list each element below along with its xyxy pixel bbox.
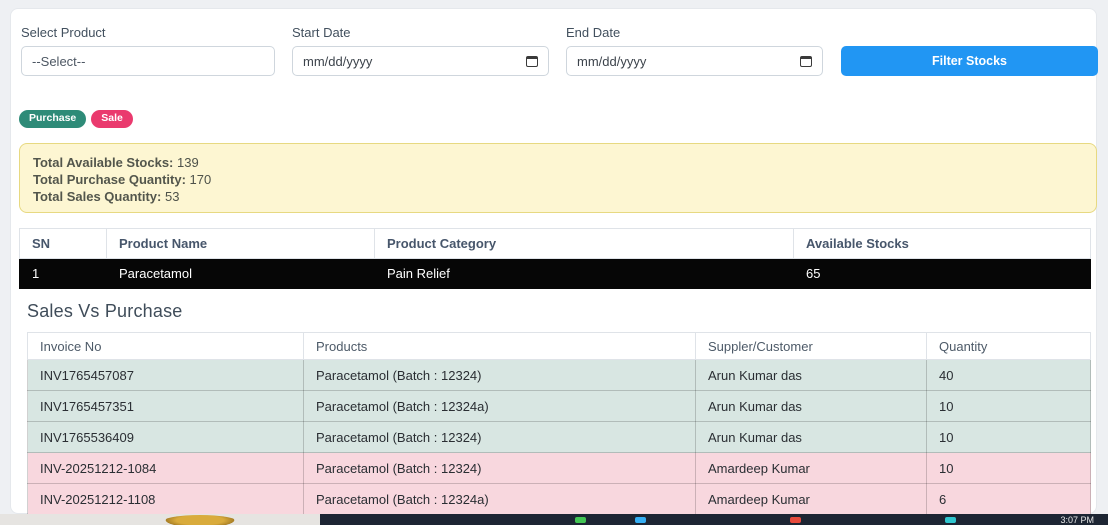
table-cell: 10 xyxy=(927,453,1091,484)
column-header-quantity: Quantity xyxy=(927,333,1091,360)
column-header-product-name: Product Name xyxy=(107,229,375,259)
table-row: INV1765457351Paracetamol (Batch : 12324a… xyxy=(28,391,1091,422)
table-cell: 1 xyxy=(20,259,107,289)
table-row: 1ParacetamolPain Relief65 xyxy=(20,259,1091,289)
table-cell: Paracetamol xyxy=(107,259,375,289)
taskbar-blue-app-icon[interactable] xyxy=(635,517,646,523)
table-cell: Arun Kumar das xyxy=(696,391,927,422)
calendar-icon[interactable] xyxy=(800,56,812,67)
total-available-stocks: Total Available Stocks: 139 xyxy=(33,154,1083,171)
table-cell: INV-20251212-1108 xyxy=(28,484,304,515)
table-cell: Amardeep Kumar xyxy=(696,453,927,484)
transactions-header-row: Invoice No Products Suppler/Customer Qua… xyxy=(28,333,1091,360)
table-cell: Arun Kumar das xyxy=(696,360,927,391)
table-cell: 6 xyxy=(927,484,1091,515)
calendar-icon[interactable] xyxy=(526,56,538,67)
start-date-placeholder: mm/dd/yyyy xyxy=(303,54,372,69)
column-header-product-category: Product Category xyxy=(375,229,794,259)
taskbar-green-app-icon[interactable] xyxy=(575,517,586,523)
table-cell: Paracetamol (Batch : 12324a) xyxy=(304,484,696,515)
product-select-value: --Select-- xyxy=(32,54,85,69)
table-row: INV-20251212-1084Paracetamol (Batch : 12… xyxy=(28,453,1091,484)
taskbar: 3:07 PM xyxy=(0,514,1108,525)
column-header-supplier-customer: Suppler/Customer xyxy=(696,333,927,360)
table-cell: INV1765457351 xyxy=(28,391,304,422)
stock-table-header-row: SN Product Name Product Category Availab… xyxy=(20,229,1091,259)
table-cell: 65 xyxy=(794,259,1091,289)
table-cell: INV-20251212-1084 xyxy=(28,453,304,484)
table-cell: Arun Kumar das xyxy=(696,422,927,453)
taskbar-light-segment xyxy=(0,514,320,525)
table-cell: Paracetamol (Batch : 12324) xyxy=(304,453,696,484)
table-row: INV1765536409Paracetamol (Batch : 12324)… xyxy=(28,422,1091,453)
summary-label: Total Sales Quantity: xyxy=(33,189,161,204)
table-cell: 10 xyxy=(927,391,1091,422)
start-date-label: Start Date xyxy=(292,25,351,40)
sales-vs-purchase-table: Invoice No Products Suppler/Customer Qua… xyxy=(27,332,1091,515)
table-cell: Amardeep Kumar xyxy=(696,484,927,515)
table-cell: 40 xyxy=(927,360,1091,391)
start-date-input[interactable]: mm/dd/yyyy xyxy=(292,46,549,76)
sale-badge: Sale xyxy=(91,110,133,128)
table-cell: INV1765457087 xyxy=(28,360,304,391)
taskbar-red-app-icon[interactable] xyxy=(790,517,801,523)
product-select[interactable]: --Select-- xyxy=(21,46,275,76)
table-cell: Paracetamol (Batch : 12324) xyxy=(304,422,696,453)
table-row: INV1765457087Paracetamol (Batch : 12324)… xyxy=(28,360,1091,391)
taskbar-clock[interactable]: 3:07 PM xyxy=(1060,515,1094,525)
end-date-input[interactable]: mm/dd/yyyy xyxy=(566,46,823,76)
stock-table: SN Product Name Product Category Availab… xyxy=(19,228,1091,289)
select-product-label: Select Product xyxy=(21,25,106,40)
table-cell: Pain Relief xyxy=(375,259,794,289)
taskbar-teal-app-icon[interactable] xyxy=(945,517,956,523)
summary-value: 139 xyxy=(177,155,199,170)
end-date-label: End Date xyxy=(566,25,620,40)
summary-value: 170 xyxy=(190,172,212,187)
legend: Purchase Sale xyxy=(19,110,133,128)
end-date-placeholder: mm/dd/yyyy xyxy=(577,54,646,69)
purchase-badge: Purchase xyxy=(19,110,86,128)
column-header-available-stocks: Available Stocks xyxy=(794,229,1091,259)
table-cell: INV1765536409 xyxy=(28,422,304,453)
summary-label: Total Purchase Quantity: xyxy=(33,172,186,187)
table-row: INV-20251212-1108Paracetamol (Batch : 12… xyxy=(28,484,1091,515)
total-purchase-quantity: Total Purchase Quantity: 170 xyxy=(33,171,1083,188)
column-header-sn: SN xyxy=(20,229,107,259)
column-header-invoice-no: Invoice No xyxy=(28,333,304,360)
summary-label: Total Available Stocks: xyxy=(33,155,173,170)
gold-app-icon[interactable] xyxy=(163,515,237,525)
totals-summary-box: Total Available Stocks: 139 Total Purcha… xyxy=(19,143,1097,213)
section-title: Sales Vs Purchase xyxy=(27,301,182,322)
table-cell: Paracetamol (Batch : 12324a) xyxy=(304,391,696,422)
total-sales-quantity: Total Sales Quantity: 53 xyxy=(33,188,1083,205)
table-cell: 10 xyxy=(927,422,1091,453)
column-header-products: Products xyxy=(304,333,696,360)
table-cell: Paracetamol (Batch : 12324) xyxy=(304,360,696,391)
main-panel: Select Product --Select-- Start Date mm/… xyxy=(10,8,1097,514)
filter-stocks-button[interactable]: Filter Stocks xyxy=(841,46,1098,76)
summary-value: 53 xyxy=(165,189,179,204)
